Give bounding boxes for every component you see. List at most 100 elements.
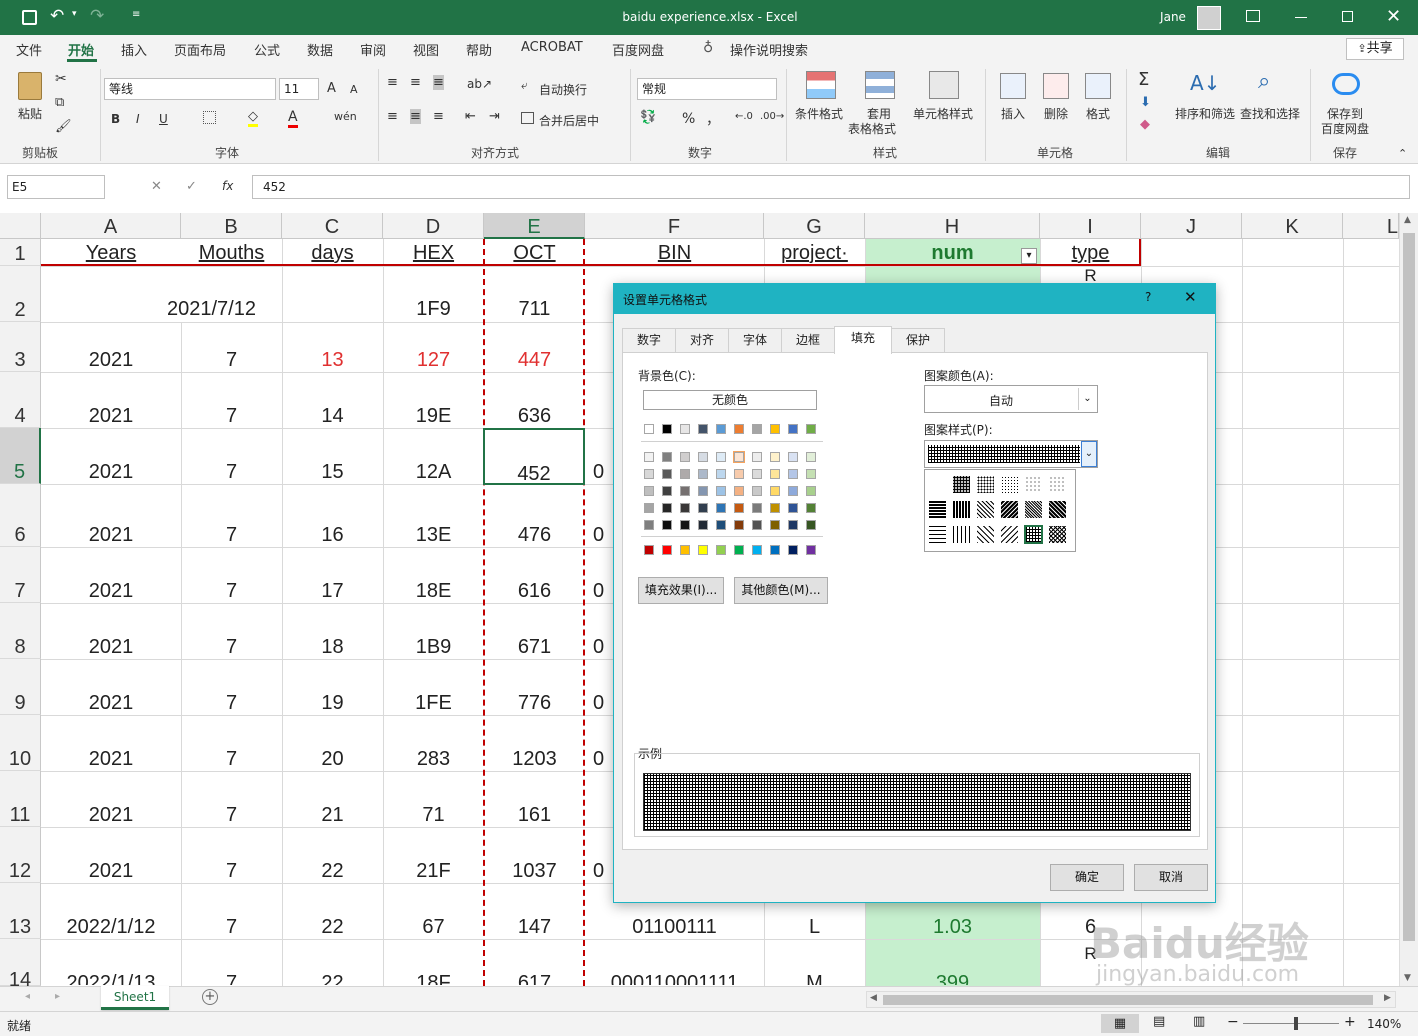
cell-a6[interactable]: 2021 bbox=[41, 523, 181, 547]
color-swatch[interactable] bbox=[770, 545, 780, 555]
add-sheet-icon[interactable]: + bbox=[202, 989, 218, 1005]
cell-c14[interactable]: 22 bbox=[282, 971, 383, 985]
color-swatch[interactable] bbox=[770, 520, 780, 530]
cell-d14[interactable]: 18F bbox=[383, 971, 484, 985]
format-painter-icon[interactable]: 🖌 bbox=[55, 119, 72, 134]
col-header-l[interactable]: L bbox=[1343, 213, 1399, 239]
pattern-option[interactable] bbox=[928, 475, 947, 494]
cell-d8[interactable]: 1B9 bbox=[383, 635, 484, 659]
select-all-corner[interactable] bbox=[0, 213, 41, 239]
cell-c8[interactable]: 18 bbox=[282, 635, 383, 659]
color-swatch[interactable] bbox=[806, 545, 816, 555]
color-swatch[interactable] bbox=[662, 469, 672, 479]
pattern-option[interactable] bbox=[1024, 525, 1043, 544]
cell-a1[interactable]: Years bbox=[41, 241, 181, 265]
color-swatch[interactable] bbox=[734, 424, 744, 434]
cut-icon[interactable]: ✂ bbox=[55, 71, 67, 87]
col-header-e[interactable]: E bbox=[484, 213, 585, 239]
color-swatch[interactable] bbox=[680, 545, 690, 555]
color-swatch[interactable] bbox=[770, 452, 780, 462]
row-header-12[interactable]: 12 bbox=[0, 827, 41, 883]
cell-d12[interactable]: 21F bbox=[383, 859, 484, 883]
menu-baidu-pan[interactable]: 百度网盘 bbox=[612, 40, 664, 59]
page-layout-view-icon[interactable]: ▤ bbox=[1153, 1014, 1165, 1029]
delete-cells-button[interactable]: 删除 bbox=[1044, 105, 1068, 122]
tab-font[interactable]: 字体 bbox=[728, 328, 782, 353]
color-swatch[interactable] bbox=[698, 545, 708, 555]
color-swatch[interactable] bbox=[716, 452, 726, 462]
row-header-1[interactable]: 1 bbox=[0, 239, 41, 266]
customize-toolbar-icon[interactable]: ≡ bbox=[132, 9, 140, 20]
undo-icon[interactable]: ↶ bbox=[50, 6, 64, 26]
color-swatch[interactable] bbox=[644, 424, 654, 434]
color-swatch[interactable] bbox=[644, 452, 654, 462]
color-swatch[interactable] bbox=[806, 424, 816, 434]
pattern-option[interactable] bbox=[952, 500, 971, 519]
cell-e4[interactable]: 636 bbox=[484, 404, 585, 428]
scroll-up-icon[interactable]: ▲ bbox=[1404, 215, 1411, 225]
color-swatch[interactable] bbox=[698, 520, 708, 530]
color-swatch[interactable] bbox=[770, 469, 780, 479]
cell-d7[interactable]: 18E bbox=[383, 579, 484, 603]
pattern-option[interactable] bbox=[1048, 500, 1067, 519]
col-header-h[interactable]: H bbox=[865, 213, 1040, 239]
pattern-option[interactable] bbox=[976, 525, 995, 544]
find-select-button[interactable]: 查找和选择 bbox=[1240, 105, 1300, 122]
table-format-icon[interactable] bbox=[865, 71, 895, 99]
cell-i14[interactable]: R bbox=[1040, 942, 1141, 966]
cell-d9[interactable]: 1FE bbox=[383, 691, 484, 715]
baidu-pan-icon[interactable] bbox=[1332, 73, 1360, 95]
row-header-6[interactable]: 6 bbox=[0, 484, 41, 547]
color-swatch[interactable] bbox=[644, 545, 654, 555]
cell-d3[interactable]: 127 bbox=[383, 348, 484, 372]
dialog-help-button[interactable]: ? bbox=[1145, 290, 1151, 304]
cell-d6[interactable]: 13E bbox=[383, 523, 484, 547]
cell-f10[interactable]: 0 bbox=[593, 747, 613, 771]
color-swatch[interactable] bbox=[806, 503, 816, 513]
menu-file[interactable]: 文件 bbox=[16, 40, 42, 59]
color-swatch[interactable] bbox=[698, 424, 708, 434]
cell-b10[interactable]: 7 bbox=[181, 747, 282, 771]
color-swatch[interactable] bbox=[752, 520, 762, 530]
save-baidu-line2[interactable]: 百度网盘 bbox=[1321, 120, 1369, 137]
pattern-option[interactable] bbox=[976, 500, 995, 519]
cell-e11[interactable]: 161 bbox=[484, 803, 585, 827]
increase-font-icon[interactable]: A bbox=[327, 81, 336, 96]
color-swatch[interactable] bbox=[698, 486, 708, 496]
color-swatch[interactable] bbox=[752, 424, 762, 434]
col-header-d[interactable]: D bbox=[383, 213, 484, 239]
zoom-in-icon[interactable]: + bbox=[1344, 1014, 1356, 1030]
color-swatch[interactable] bbox=[662, 486, 672, 496]
cell-d10[interactable]: 283 bbox=[383, 747, 484, 771]
cell-a14[interactable]: 2022/1/13 bbox=[41, 971, 181, 985]
prev-sheet-icon[interactable]: ◂ bbox=[25, 991, 30, 1002]
col-header-c[interactable]: C bbox=[282, 213, 383, 239]
color-swatch[interactable] bbox=[806, 469, 816, 479]
conditional-format-icon[interactable] bbox=[806, 71, 836, 99]
cell-f12[interactable]: 0 bbox=[593, 859, 613, 883]
row-header-5[interactable]: 5 bbox=[0, 428, 41, 484]
clear-icon[interactable]: ◆ bbox=[1140, 117, 1150, 132]
zoom-level[interactable]: 140% bbox=[1367, 1017, 1401, 1031]
color-swatch[interactable] bbox=[752, 452, 762, 462]
pattern-option[interactable] bbox=[1000, 475, 1019, 494]
menu-insert[interactable]: 插入 bbox=[121, 40, 147, 59]
cell-g1[interactable]: project· bbox=[764, 241, 865, 265]
cell-b8[interactable]: 7 bbox=[181, 635, 282, 659]
menu-help[interactable]: 帮助 bbox=[466, 40, 492, 59]
pattern-option[interactable] bbox=[928, 525, 947, 544]
sort-filter-button[interactable]: 排序和筛选 bbox=[1175, 105, 1235, 122]
color-swatch[interactable] bbox=[788, 486, 798, 496]
ok-button[interactable]: 确定 bbox=[1050, 864, 1124, 891]
cell-d11[interactable]: 71 bbox=[383, 803, 484, 827]
cell-b3[interactable]: 7 bbox=[181, 348, 282, 372]
row-header-7[interactable]: 7 bbox=[0, 547, 41, 603]
dialog-title-bar[interactable]: 设置单元格格式 ? ✕ bbox=[614, 284, 1215, 314]
cell-i1[interactable]: type bbox=[1040, 241, 1141, 265]
zoom-slider[interactable] bbox=[1243, 1017, 1339, 1030]
save-icon[interactable] bbox=[22, 10, 37, 25]
insert-function-button[interactable]: fx bbox=[222, 179, 233, 193]
cell-e8[interactable]: 671 bbox=[484, 635, 585, 659]
sort-filter-icon[interactable]: A↓ bbox=[1190, 71, 1220, 95]
cell-a4[interactable]: 2021 bbox=[41, 404, 181, 428]
